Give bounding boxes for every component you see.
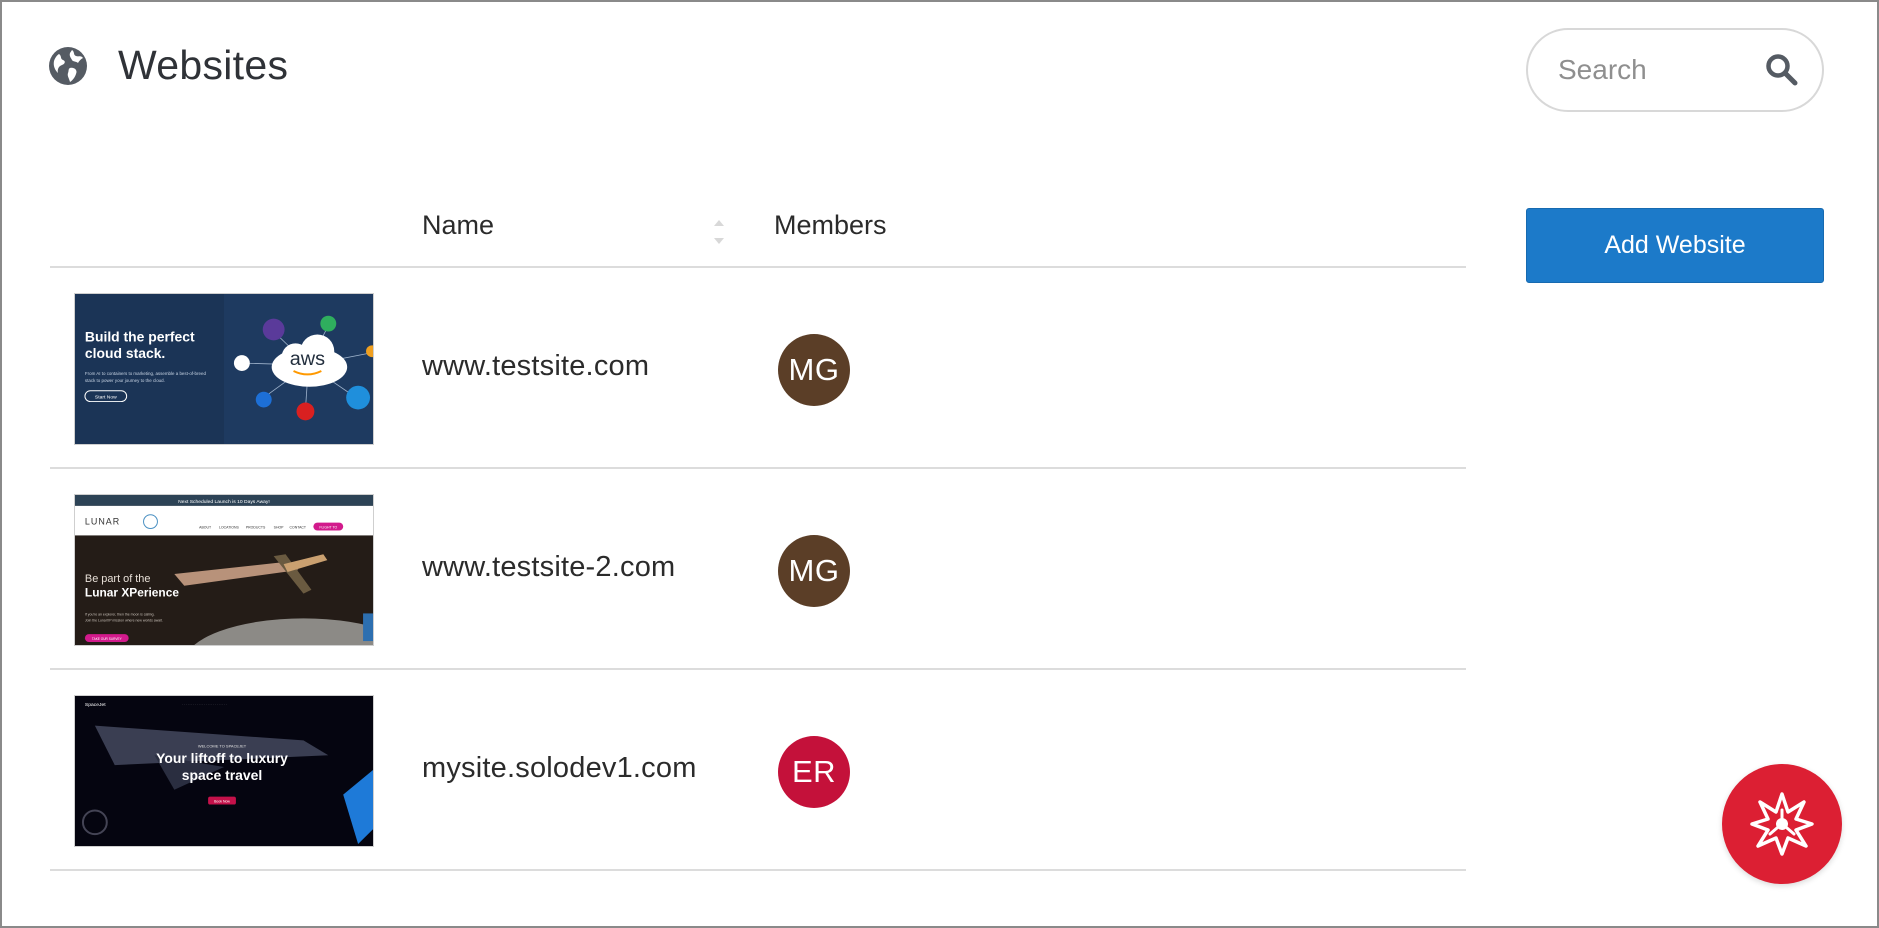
- avatar[interactable]: MG: [778, 334, 850, 406]
- thumb-banner: Next Scheduled Launch is 10 Days Away!: [178, 499, 270, 505]
- thumb-nav-2: LOCATIONS: [219, 526, 239, 530]
- thumb-cta: TAKE OUR SURVEY: [92, 637, 123, 641]
- thumb-nav-3: PRODUCTS: [246, 526, 266, 530]
- search-box[interactable]: [1526, 28, 1824, 112]
- thumb-body-1: From AI to containers to marketing, asse…: [85, 371, 207, 376]
- thumb-headline-2: space travel: [182, 767, 262, 783]
- thumb-logo: LUNAR: [85, 517, 120, 527]
- app-frame: Websites Name Members Build the perfect: [0, 0, 1879, 928]
- sort-icon[interactable]: [712, 214, 726, 246]
- thumb-body-2: Join the LunarXP mission where new world…: [85, 618, 163, 622]
- thumb-nav-cta: FLIGHT TO: [319, 526, 337, 530]
- thumb-headline-1: Be part of the: [85, 573, 151, 585]
- thumb-cta: Book Now: [214, 800, 230, 804]
- table-row[interactable]: Next Scheduled Launch is 10 Days Away! L…: [50, 469, 1466, 670]
- website-thumbnail[interactable]: Next Scheduled Launch is 10 Days Away! L…: [74, 494, 374, 646]
- website-thumbnail[interactable]: SpaceJet · · · · · · · · · · · · · · · ·…: [74, 695, 374, 847]
- search-input[interactable]: [1558, 50, 1758, 90]
- thumb-body-2: stack to power your journey to the cloud…: [85, 378, 165, 383]
- search-icon[interactable]: [1764, 52, 1800, 88]
- website-name[interactable]: www.testsite.com: [422, 350, 649, 383]
- thumb-nav-5: CONTACT: [290, 526, 307, 530]
- thumb-body-1: If you're an explorer, then the moon is …: [85, 612, 155, 616]
- thumb-headline-2: Lunar XPerience: [85, 586, 179, 600]
- thumb-headline-1: Build the perfect: [85, 328, 195, 344]
- globe-icon: [49, 46, 87, 85]
- thumb-nav-4: SHOP: [274, 526, 285, 530]
- solodev-fab-button[interactable]: [1722, 764, 1842, 884]
- column-header-name[interactable]: Name: [422, 210, 494, 241]
- add-website-button[interactable]: Add Website: [1526, 208, 1824, 283]
- thumb-headline-2: cloud stack.: [85, 345, 165, 361]
- thumb-nav-1: ABOUT: [199, 526, 212, 530]
- table-row[interactable]: Build the perfect cloud stack. From AI t…: [50, 268, 1466, 469]
- thumb-headline-1: Your liftoff to luxury: [156, 750, 288, 766]
- table-header: Name Members: [50, 192, 1466, 268]
- thumb-eyebrow: WELCOME TO SPACEJET: [198, 743, 247, 748]
- thumb-logo: SpaceJet: [85, 702, 106, 708]
- website-name[interactable]: www.testsite-2.com: [422, 551, 675, 584]
- thumb-cta: Start Now: [95, 395, 117, 401]
- avatar[interactable]: MG: [778, 535, 850, 607]
- page-header: Websites: [48, 42, 288, 89]
- page-title: Websites: [118, 42, 289, 88]
- svg-text:· · · · · · · · · · · · · · ·: · · · · · · · · · · · · · · · · · · · · …: [182, 702, 227, 706]
- website-thumbnail[interactable]: Build the perfect cloud stack. From AI t…: [74, 293, 374, 445]
- avatar[interactable]: ER: [778, 736, 850, 808]
- website-name[interactable]: mysite.solodev1.com: [422, 752, 697, 785]
- table-row[interactable]: SpaceJet · · · · · · · · · · · · · · · ·…: [50, 670, 1466, 871]
- solodev-star-icon: [1750, 792, 1814, 856]
- thumb-aws-logo: aws: [290, 348, 325, 370]
- column-header-members: Members: [774, 210, 887, 240]
- websites-table: Name Members Build the perfect cloud sta…: [50, 192, 1466, 871]
